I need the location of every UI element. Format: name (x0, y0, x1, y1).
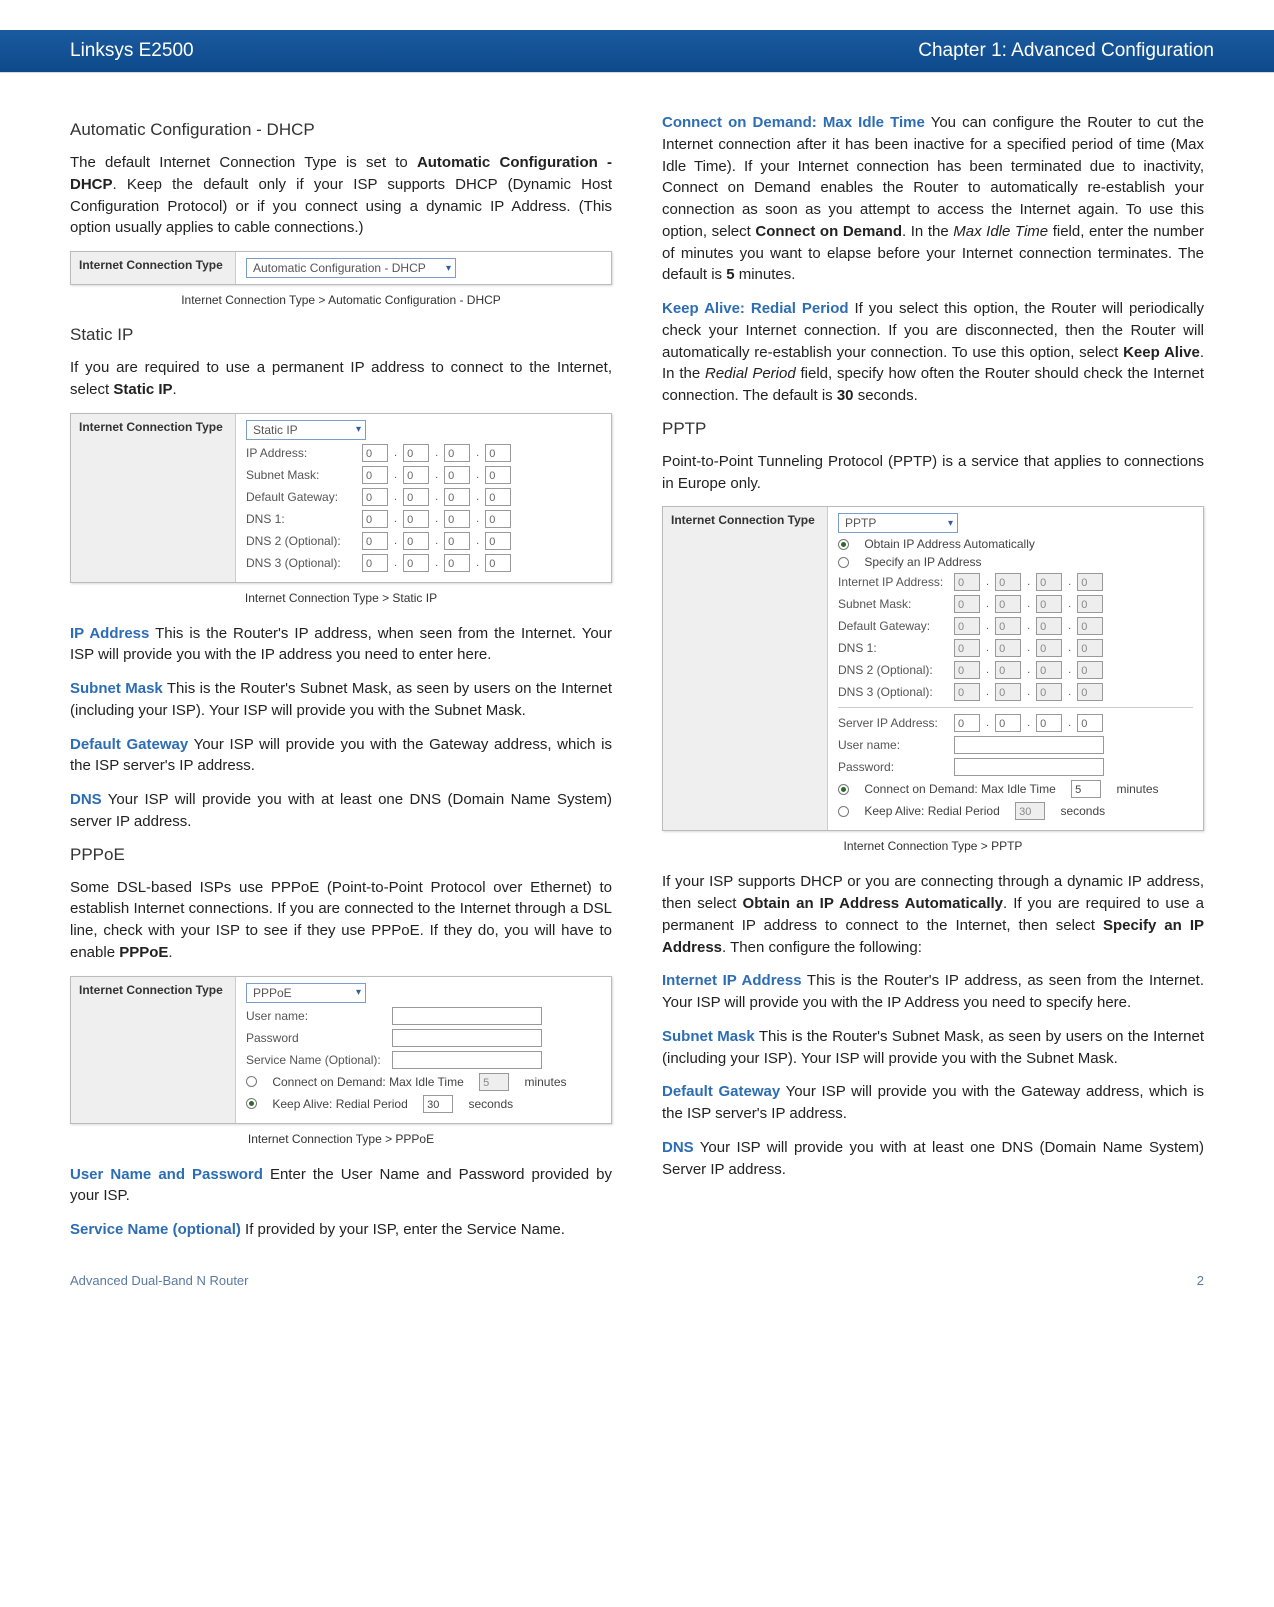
dhcp-paragraph: The default Internet Connection Type is … (70, 152, 612, 239)
dns-desc: DNS Your ISP will provide you with at le… (70, 789, 612, 833)
chevron-down-icon: ▾ (356, 424, 361, 435)
pptp-fig-label: Internet Connection Type (663, 507, 828, 830)
cod-desc: Connect on Demand: Max Idle Time You can… (662, 112, 1204, 286)
subnet-mask-desc: Subnet Mask This is the Router's Subnet … (70, 678, 612, 722)
staticip-caption: Internet Connection Type > Static IP (70, 591, 612, 605)
pptp-heading: PPTP (662, 419, 1204, 439)
page-number: 2 (1197, 1273, 1204, 1288)
ip-octet[interactable]: 0 (362, 444, 388, 462)
staticip-figure: Internet Connection Type Static IP ▾ IP … (70, 413, 612, 583)
footer-left: Advanced Dual-Band N Router (70, 1273, 249, 1288)
pptp-gw-desc: Default Gateway Your ISP will provide yo… (662, 1081, 1204, 1125)
staticip-fig-label: Internet Connection Type (71, 414, 236, 582)
password-input[interactable] (392, 1029, 542, 1047)
service-name-input[interactable] (392, 1051, 542, 1069)
pppoe-fig-label: Internet Connection Type (71, 977, 236, 1123)
right-column: Connect on Demand: Max Idle Time You can… (662, 112, 1204, 1253)
ka-value[interactable]: 30 (423, 1095, 453, 1113)
pppoe-caption: Internet Connection Type > PPPoE (70, 1132, 612, 1146)
pppoe-dropdown[interactable]: PPPoE ▾ (246, 983, 366, 1003)
chapter-title: Chapter 1: Advanced Configuration (918, 40, 1214, 62)
pptp-ka-value[interactable]: 30 (1015, 802, 1045, 820)
dhcp-dropdown[interactable]: Automatic Configuration - DHCP ▾ (246, 258, 456, 278)
left-column: Automatic Configuration - DHCP The defau… (70, 112, 612, 1253)
pptp-ip-desc: Internet IP Address This is the Router's… (662, 970, 1204, 1014)
pptp-paragraph: Point-to-Point Tunneling Protocol (PPTP)… (662, 451, 1204, 495)
staticip-paragraph: If you are required to use a permanent I… (70, 357, 612, 401)
pptp-username-input[interactable] (954, 736, 1104, 754)
pptp-cod-radio[interactable] (838, 784, 849, 795)
dhcp-figure: Internet Connection Type Automatic Confi… (70, 251, 612, 285)
pptp-caption: Internet Connection Type > PPTP (662, 839, 1204, 853)
pppoe-heading: PPPoE (70, 845, 612, 865)
pptp-figure: Internet Connection Type PPTP ▾ Obtain I… (662, 506, 1204, 831)
username-input[interactable] (392, 1007, 542, 1025)
auto-ip-radio[interactable] (838, 539, 849, 550)
pptp-cod-value[interactable]: 5 (1071, 780, 1101, 798)
chevron-down-icon: ▾ (356, 987, 361, 998)
pptp-mask-desc: Subnet Mask This is the Router's Subnet … (662, 1026, 1204, 1070)
specify-ip-radio[interactable] (838, 557, 849, 568)
dhcp-caption: Internet Connection Type > Automatic Con… (70, 293, 612, 307)
pptp-dropdown[interactable]: PPTP ▾ (838, 513, 958, 533)
pptp-ka-radio[interactable] (838, 806, 849, 817)
chevron-down-icon: ▾ (446, 263, 451, 274)
service-name-desc: Service Name (optional) If provided by y… (70, 1219, 612, 1241)
chevron-down-icon: ▾ (948, 518, 953, 529)
pppoe-figure: Internet Connection Type PPPoE ▾ User na… (70, 976, 612, 1124)
ka-desc: Keep Alive: Redial Period If you select … (662, 298, 1204, 407)
ip-address-desc: IP Address This is the Router's IP addre… (70, 623, 612, 667)
ka-radio[interactable] (246, 1098, 257, 1109)
footer: Advanced Dual-Band N Router 2 (0, 1253, 1274, 1288)
staticip-heading: Static IP (70, 325, 612, 345)
pptp-obtain-desc: If your ISP supports DHCP or you are con… (662, 871, 1204, 958)
cod-radio[interactable] (246, 1076, 257, 1087)
dhcp-heading: Automatic Configuration - DHCP (70, 120, 612, 140)
dhcp-fig-label: Internet Connection Type (71, 252, 236, 284)
pptp-dns-desc: DNS Your ISP will provide you with at le… (662, 1137, 1204, 1181)
default-gateway-desc: Default Gateway Your ISP will provide yo… (70, 734, 612, 778)
user-pass-desc: User Name and Password Enter the User Na… (70, 1164, 612, 1208)
product-name: Linksys E2500 (70, 40, 194, 62)
cod-value[interactable]: 5 (479, 1073, 509, 1091)
pptp-password-input[interactable] (954, 758, 1104, 776)
staticip-dropdown[interactable]: Static IP ▾ (246, 420, 366, 440)
pppoe-paragraph: Some DSL-based ISPs use PPPoE (Point-to-… (70, 877, 612, 964)
header-bar: Linksys E2500 Chapter 1: Advanced Config… (0, 30, 1274, 72)
